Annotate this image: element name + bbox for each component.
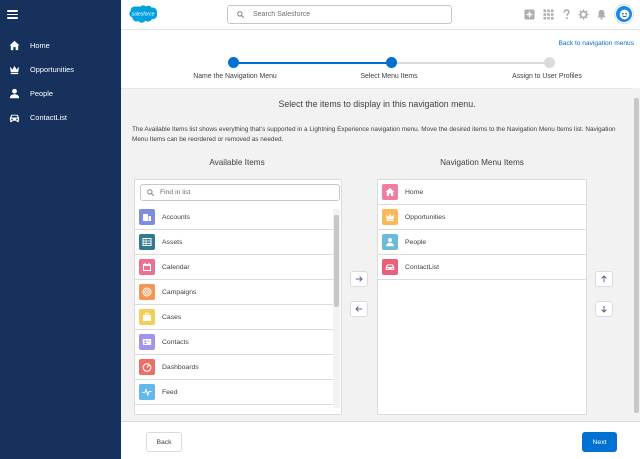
setup-wizard: Back to navigation menus Name the Naviga… [121, 30, 640, 459]
campaigns-icon [139, 284, 155, 300]
help-icon[interactable] [560, 8, 572, 20]
selected-item-people[interactable]: People [378, 230, 586, 255]
accounts-icon [139, 209, 155, 225]
available-item-assets[interactable]: Assets [135, 230, 333, 255]
global-actions-add-icon[interactable] [523, 8, 535, 20]
step-1-marker[interactable] [228, 57, 239, 68]
list-item-label: Home [405, 188, 424, 196]
sidebar-item-people[interactable]: People [0, 81, 121, 105]
app-sidebar: Home Opportunities People ContactList [0, 0, 121, 459]
available-item-calendar[interactable]: Calendar [135, 255, 333, 280]
available-item-dashboards[interactable]: Dashboards [135, 355, 333, 380]
move-to-available-button[interactable] [350, 301, 368, 317]
feed-icon [139, 384, 155, 400]
crown-icon [8, 63, 20, 75]
wizard-footer: Back Next [121, 421, 640, 459]
navigation-menu-items-title: Navigation Menu Items [440, 158, 524, 167]
list-item-label: Cases [162, 313, 182, 321]
navigation-menu-items-list: Home Opportunities People ContactList [377, 179, 587, 415]
search-icon [237, 11, 244, 18]
selected-item-home[interactable]: Home [378, 180, 586, 205]
move-down-button[interactable] [595, 301, 613, 317]
list-item-label: Calendar [162, 263, 190, 271]
app-launcher-icon[interactable] [542, 8, 554, 20]
page-scrollbar[interactable] [633, 88, 640, 421]
page-heading: Select the items to display in this navi… [278, 99, 476, 109]
list-item-label: Contacts [162, 338, 189, 346]
logo-text: salesforce [132, 12, 155, 18]
search-icon [147, 189, 154, 196]
progress-stepper: Name the Navigation Menu Select Menu Ite… [121, 54, 640, 84]
scrollbar-thumb[interactable] [334, 215, 339, 307]
home-icon [8, 39, 20, 51]
progress-track-fill [233, 62, 391, 64]
back-button[interactable]: Back [146, 432, 182, 452]
move-to-selected-button[interactable] [350, 271, 368, 287]
cases-icon [139, 309, 155, 325]
find-in-list-input[interactable] [159, 189, 339, 196]
list-item-label: Accounts [162, 213, 190, 221]
list-item-label: Feed [162, 388, 178, 396]
list-item-label: People [405, 238, 427, 246]
available-item-campaigns[interactable]: Campaigns [135, 280, 333, 305]
global-search-input[interactable] [227, 5, 452, 24]
step-2-marker[interactable] [386, 57, 397, 68]
available-items-list: Accounts Assets Calendar Campaigns Cases… [134, 179, 342, 415]
step-3-label: Assign to User Profiles [512, 73, 582, 80]
selected-item-opportunities[interactable]: Opportunities [378, 205, 586, 230]
list-item-label: Opportunities [405, 213, 446, 221]
car-icon [8, 111, 20, 123]
available-item-contacts[interactable]: Contacts [135, 330, 333, 355]
list-item-label: Assets [162, 238, 183, 246]
setup-gear-icon[interactable] [577, 8, 589, 20]
contacts-icon [139, 334, 155, 350]
car-icon [382, 259, 398, 275]
available-items-title: Available Items [209, 158, 265, 167]
step-2-label: Select Menu Items [360, 73, 418, 80]
arrow-up-icon [601, 275, 607, 283]
sidebar-item-opportunities[interactable]: Opportunities [0, 57, 121, 81]
search-input[interactable] [253, 11, 443, 18]
menu-icon[interactable] [7, 10, 18, 19]
sidebar-item-label: ContactList [30, 112, 67, 122]
sidebar-item-contactlist[interactable]: ContactList [0, 105, 121, 129]
arrow-right-icon [355, 276, 363, 282]
back-to-navigation-menus-link[interactable]: Back to navigation menus [558, 40, 634, 47]
person-icon [8, 87, 20, 99]
step-3-marker[interactable] [544, 57, 555, 68]
assets-icon [139, 234, 155, 250]
sidebar-item-home[interactable]: Home [0, 33, 121, 57]
arrow-left-icon [355, 306, 363, 312]
wizard-body: Select the items to display in this navi… [121, 88, 633, 421]
dashboards-icon [139, 359, 155, 375]
sidebar-item-label: Home [30, 40, 50, 50]
salesforce-logo[interactable]: salesforce [128, 4, 158, 25]
list-item-label: Campaigns [162, 288, 197, 296]
arrow-down-icon [601, 305, 607, 313]
available-item-feed[interactable]: Feed [135, 380, 333, 405]
sidebar-item-label: Opportunities [30, 64, 74, 74]
list-item-label: ContactList [405, 263, 440, 271]
home-icon [382, 184, 398, 200]
crown-icon [382, 209, 398, 225]
person-icon [382, 234, 398, 250]
selected-item-contactlist[interactable]: ContactList [378, 255, 586, 280]
next-button[interactable]: Next [582, 432, 617, 452]
step-1-label: Name the Navigation Menu [193, 73, 277, 80]
astro-face-icon [619, 9, 629, 19]
available-list-scrollbar[interactable] [333, 209, 340, 408]
sidebar-item-label: People [30, 88, 54, 98]
user-avatar[interactable] [615, 5, 633, 23]
scrollbar-thumb[interactable] [634, 98, 639, 413]
global-header: salesforce [121, 0, 640, 30]
calendar-icon [139, 259, 155, 275]
find-in-list-field[interactable] [140, 184, 340, 201]
available-item-cases[interactable]: Cases [135, 305, 333, 330]
page-description: The Available Items list shows everythin… [132, 126, 616, 143]
notifications-bell-icon[interactable] [595, 8, 607, 20]
list-item-label: Dashboards [162, 363, 199, 371]
available-item-accounts[interactable]: Accounts [135, 205, 333, 230]
move-up-button[interactable] [595, 271, 613, 287]
